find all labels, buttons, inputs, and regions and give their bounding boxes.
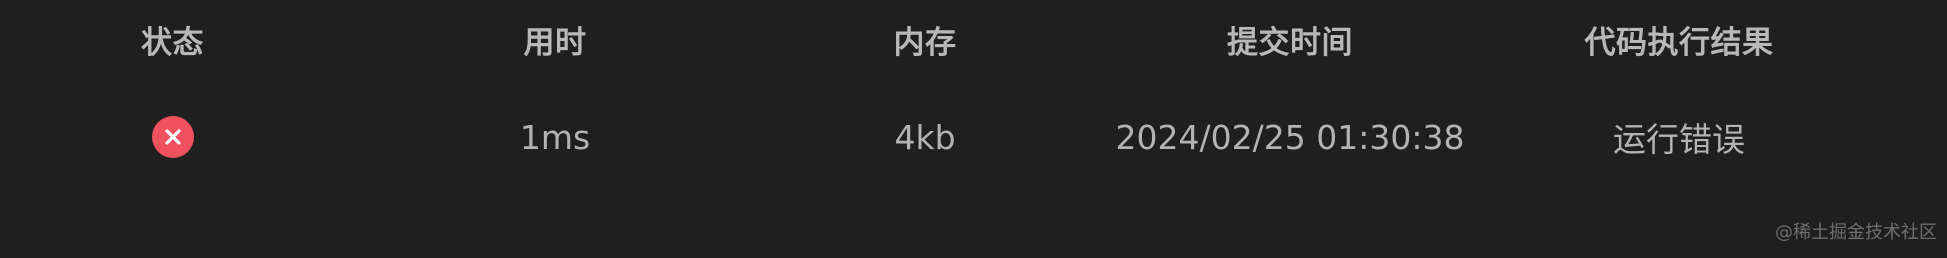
header-memory: 内存 — [893, 24, 957, 61]
header-result: 代码执行结果 — [1584, 24, 1774, 61]
cell-memory: 4kb — [894, 117, 956, 157]
cell-result: 运行错误 — [1613, 120, 1745, 159]
cell-status — [0, 78, 345, 196]
watermark: @稀土掘金技术社区 — [1775, 222, 1937, 243]
error-x-circle-icon — [151, 116, 194, 158]
header-spacer — [1863, 0, 1947, 78]
cell-submitted-at: 2024/02/25 01:30:38 — [1115, 117, 1465, 157]
row-spacer — [1863, 78, 1947, 196]
header-status: 状态 — [141, 24, 204, 61]
cell-time: 1ms — [519, 117, 591, 157]
header-time: 用时 — [523, 24, 587, 61]
header-submitted-at: 提交时间 — [1227, 24, 1353, 61]
submission-table: 状态 用时 内存 提交时间 代码执行结果 1ms 4kb 2024/02/25 … — [0, 0, 1947, 196]
